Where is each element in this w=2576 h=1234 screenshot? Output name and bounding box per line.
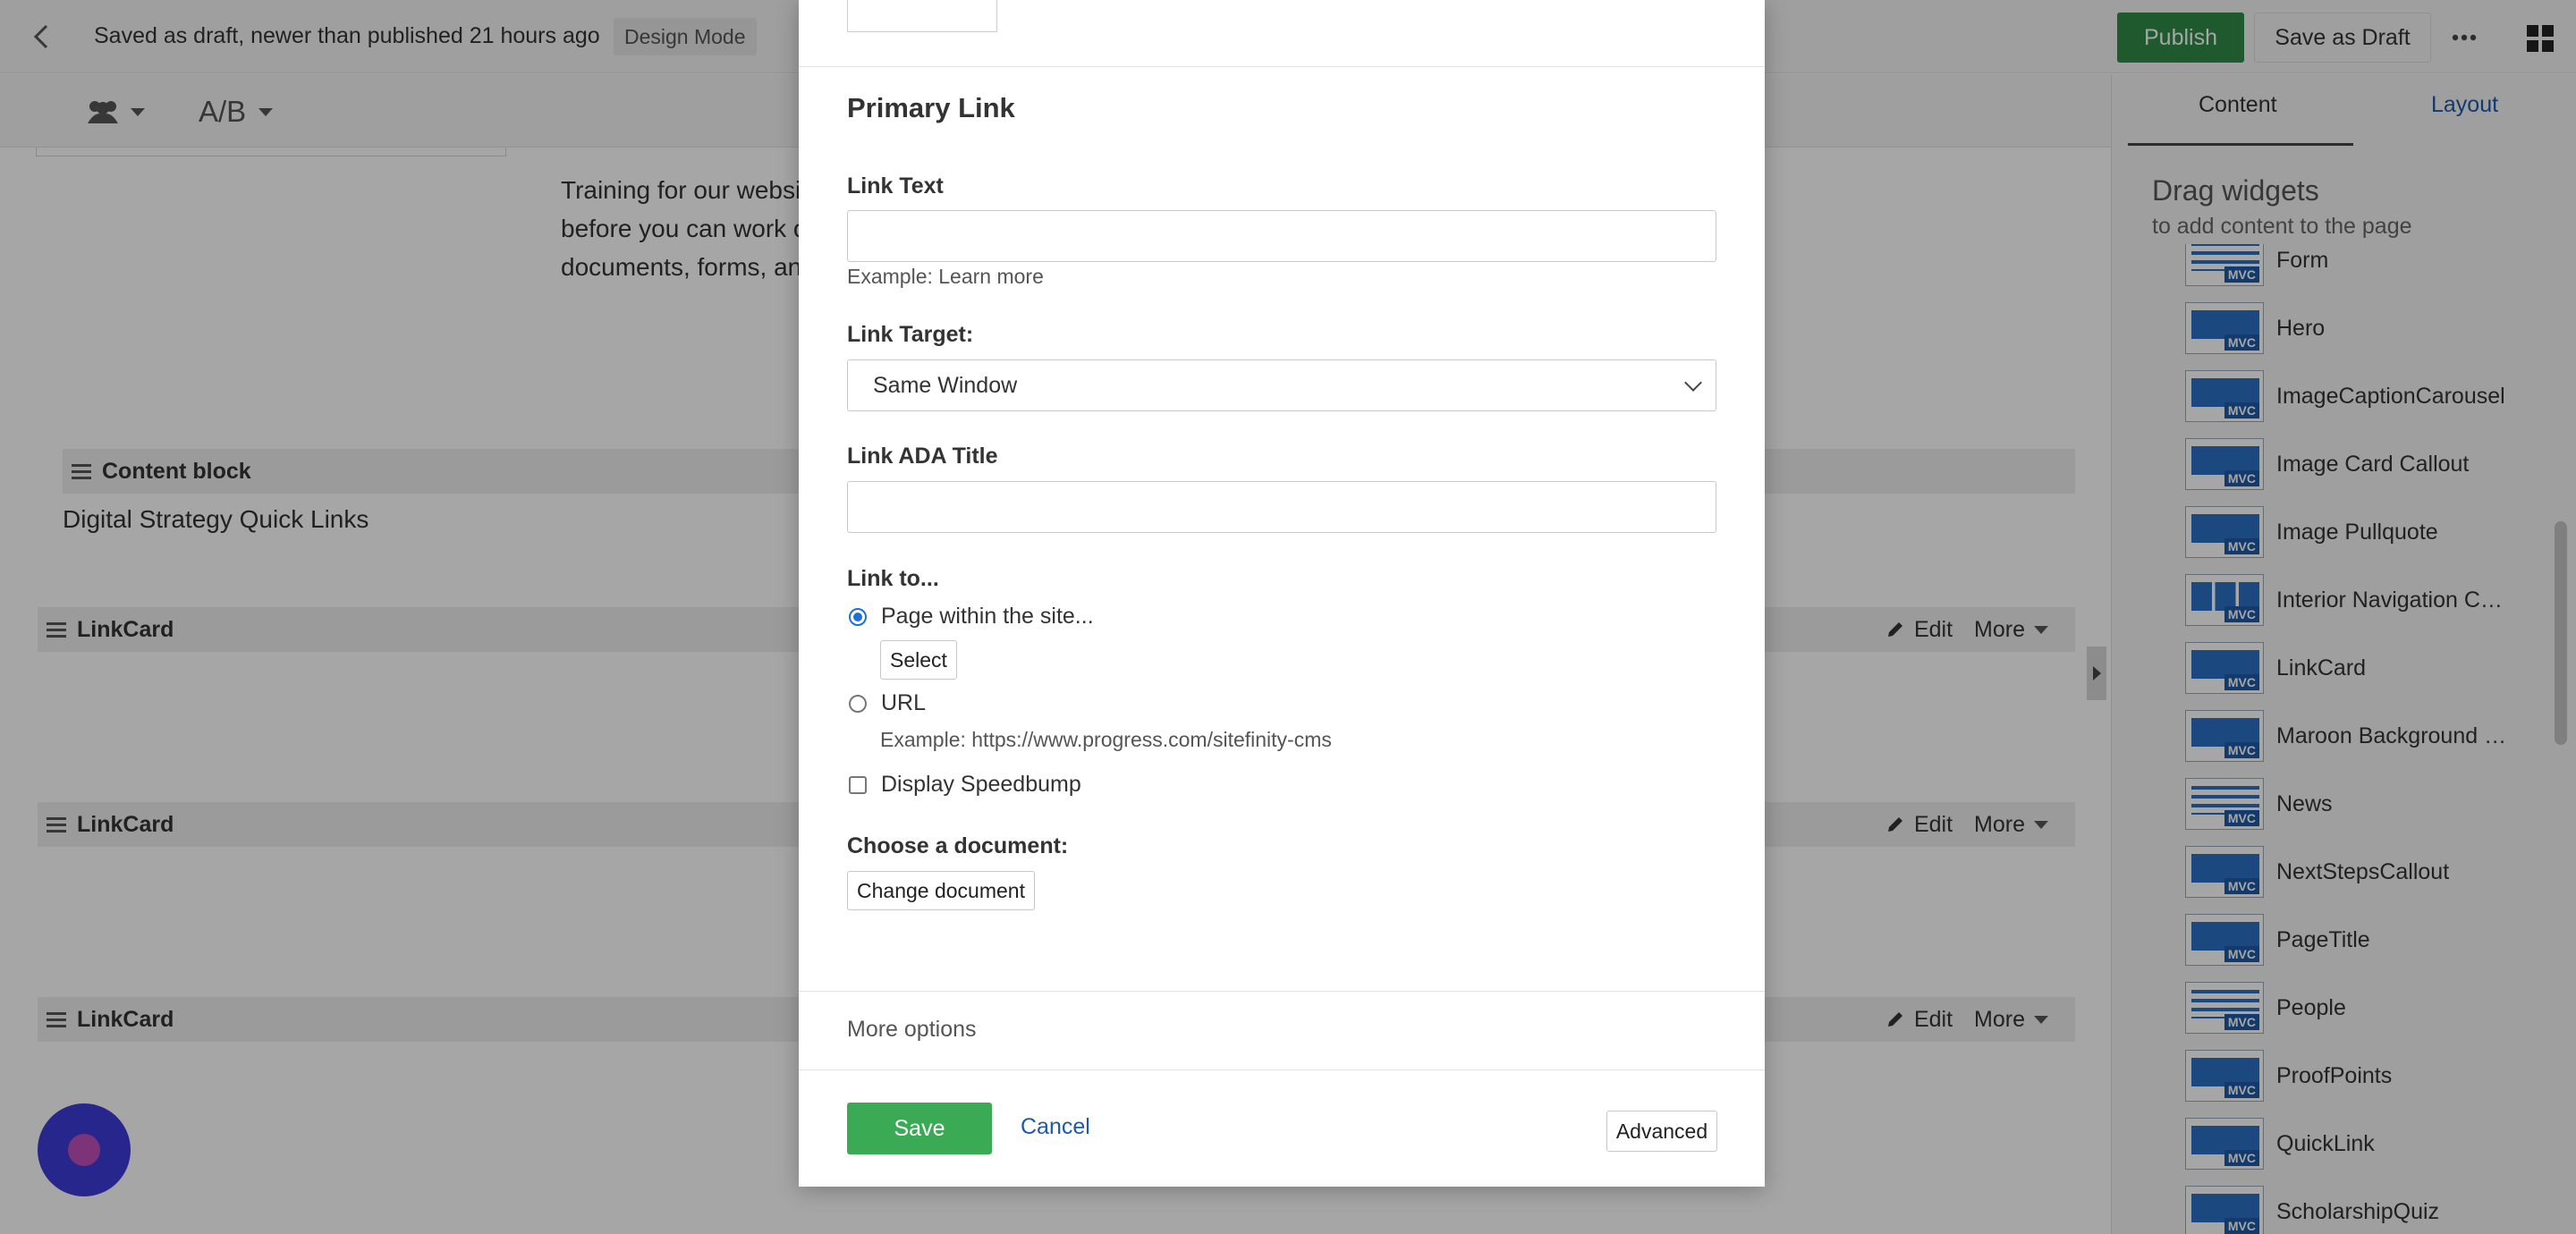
more-options-toggle[interactable]: More options [847, 1017, 977, 1043]
save-button[interactable]: Save [847, 1103, 992, 1154]
link-text-hint: Example: Learn more [847, 265, 1044, 288]
chevron-down-icon [1684, 374, 1702, 392]
link-text-input[interactable] [847, 210, 1716, 262]
primary-link-dialog: Primary Link Link Text Example: Learn mo… [799, 0, 1765, 1187]
link-to-label: Link to... [847, 566, 939, 591]
radio-page-within-site[interactable]: Page within the site... [849, 604, 1094, 630]
divider [799, 1069, 1765, 1070]
display-speedbump-checkbox[interactable]: Display Speedbump [849, 772, 1081, 798]
radio-label: Page within the site... [881, 604, 1094, 629]
url-hint: Example: https://www.progress.com/sitefi… [880, 728, 1332, 751]
divider [799, 66, 1765, 67]
ada-title-input[interactable] [847, 481, 1716, 533]
change-document-button[interactable]: Change document [847, 871, 1035, 910]
link-target-select[interactable]: Same Window [847, 359, 1716, 411]
advanced-button[interactable]: Advanced [1606, 1111, 1717, 1152]
previous-field-fragment [847, 0, 997, 32]
select-page-button[interactable]: Select [880, 640, 957, 680]
radio-label: URL [881, 690, 927, 715]
divider [799, 991, 1765, 992]
section-title: Primary Link [847, 92, 1015, 123]
choose-document-label: Choose a document: [847, 833, 1069, 858]
checkbox-icon [849, 775, 867, 794]
link-target-value: Same Window [873, 372, 1018, 398]
cancel-link[interactable]: Cancel [1021, 1114, 1090, 1140]
link-target-label: Link Target: [847, 322, 974, 347]
radio-unselected-icon [849, 694, 867, 713]
radio-url[interactable]: URL [849, 690, 926, 716]
link-text-label: Link Text [847, 173, 944, 199]
ada-title-label: Link ADA Title [847, 444, 998, 469]
checkbox-label: Display Speedbump [881, 772, 1081, 797]
radio-selected-icon [849, 607, 867, 626]
